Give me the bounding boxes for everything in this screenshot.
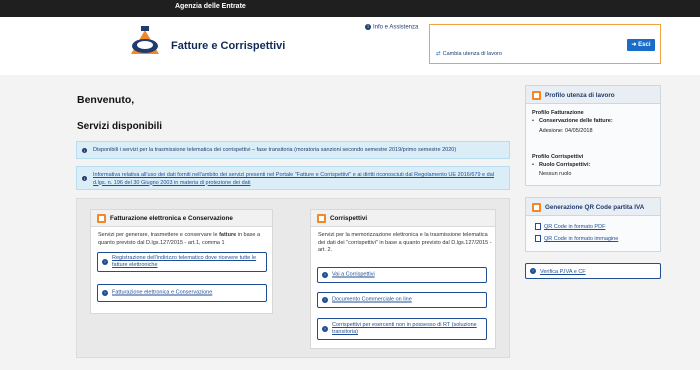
arrow-right-icon: › bbox=[322, 326, 328, 332]
alert-privacy: i Informativa relativa all'uso dei dati … bbox=[76, 166, 510, 190]
bullet: • bbox=[532, 162, 534, 168]
link-label: Documento Commerciale on line bbox=[332, 296, 412, 303]
switch-user-icon: ⇄ bbox=[436, 51, 441, 57]
image-file-icon bbox=[535, 235, 541, 242]
card-title: Corrispettivi bbox=[330, 215, 368, 222]
info-link-label: Info e Assistenza bbox=[373, 24, 419, 31]
link-label: Corrispettivi per esercenti non in posse… bbox=[332, 322, 477, 335]
arrow-right-icon: › bbox=[530, 268, 536, 274]
link-registrazione-indirizzo[interactable]: › Registrazione dell'indirizzo telematic… bbox=[97, 252, 267, 272]
profile-title: Profilo utenza di lavoro bbox=[545, 91, 615, 99]
qr-image-link[interactable]: QR Code in formato immagine bbox=[544, 236, 618, 242]
card-header: Corrispettivi bbox=[311, 210, 495, 227]
link-label: Fatturazione elettronica e Conservazione bbox=[112, 289, 213, 296]
exit-button[interactable]: ➜ Esci bbox=[627, 39, 655, 51]
user-box: ⇄ Cambia utenza di lavoro ➜ Esci bbox=[429, 24, 661, 64]
desc-bold: fatture bbox=[219, 232, 237, 238]
arrow-right-icon: › bbox=[102, 290, 108, 296]
link-vai-corrispettivi[interactable]: › Vai a Corrispettivi bbox=[317, 267, 487, 283]
top-bar: Agenzia delle Entrate bbox=[0, 0, 700, 17]
qr-code-icon bbox=[532, 203, 541, 212]
welcome-heading: Benvenuto, bbox=[77, 94, 135, 106]
user-icon bbox=[532, 91, 541, 100]
desc-part: Servizi per generare, trasmettere e cons… bbox=[98, 232, 220, 238]
info-icon: i bbox=[365, 24, 371, 30]
document-icon bbox=[97, 214, 106, 223]
profile-card: Profilo utenza di lavoro Profilo Fattura… bbox=[525, 85, 661, 186]
info-icon: i bbox=[82, 176, 87, 181]
link-label: Registrazione dell'indirizzo telematico … bbox=[112, 255, 257, 268]
card-description: Servizi per generare, trasmettere e cons… bbox=[98, 232, 270, 247]
agenzia-logo-icon bbox=[131, 26, 159, 54]
verify-label: Verifica P.IVA e CF bbox=[540, 268, 586, 275]
agency-name: Agenzia delle Entrate bbox=[175, 3, 246, 10]
profile-header: Profilo utenza di lavoro bbox=[526, 86, 660, 104]
ruolo-label: Ruolo Corrispettivi: bbox=[539, 162, 591, 168]
bullet: • bbox=[532, 118, 534, 124]
qr-header: Generazione QR Code partita IVA bbox=[526, 198, 660, 216]
qr-title: Generazione QR Code partita IVA bbox=[545, 203, 645, 211]
card-title: Fatturazione elettronica e Conservazione bbox=[110, 215, 233, 222]
info-assistance-link[interactable]: i Info e Assistenza bbox=[365, 24, 418, 31]
services-title: Servizi disponibili bbox=[77, 121, 163, 132]
change-user-label: Cambia utenza di lavoro bbox=[442, 51, 502, 57]
privacy-link[interactable]: Informativa relativa all'uso dei dati fo… bbox=[93, 172, 503, 187]
card-description: Servizi per la memorizzazione elettronic… bbox=[318, 232, 492, 253]
alert-text: Disponibili i servizi per la trasmission… bbox=[93, 147, 457, 153]
link-fatturazione-conservazione[interactable]: › Fatturazione elettronica e Conservazio… bbox=[97, 284, 267, 302]
change-user-link[interactable]: ⇄ Cambia utenza di lavoro bbox=[436, 51, 502, 57]
profile-corrispettivi-label: Profilo Corrispettivi bbox=[532, 154, 584, 160]
arrow-right-icon: › bbox=[102, 259, 108, 265]
verify-piva-cf-button[interactable]: › Verifica P.IVA e CF bbox=[525, 263, 661, 279]
conservazione-value: Adesione: 04/05/2018 bbox=[539, 128, 593, 134]
info-icon: i bbox=[82, 148, 87, 153]
pdf-file-icon bbox=[535, 223, 541, 230]
card-header: Fatturazione elettronica e Conservazione bbox=[91, 210, 272, 227]
profile-fatturazione-label: Profilo Fatturazione bbox=[532, 110, 584, 116]
arrow-right-icon: › bbox=[322, 272, 328, 278]
arrow-right-icon: › bbox=[322, 297, 328, 303]
link-label: Vai a Corrispettivi bbox=[332, 271, 375, 278]
document-icon bbox=[317, 214, 326, 223]
alert-corrispettivi: i Disponibili i servizi per la trasmissi… bbox=[76, 141, 510, 159]
link-corrispettivi-senza-rt[interactable]: › Corrispettivi per esercenti non in pos… bbox=[317, 318, 487, 340]
link-documento-commerciale[interactable]: › Documento Commerciale on line bbox=[317, 292, 487, 308]
app-title: Fatture e Corrispettivi bbox=[171, 40, 286, 52]
qr-card: Generazione QR Code partita IVA QR Code … bbox=[525, 197, 661, 252]
qr-pdf-link[interactable]: QR Code in formato PDF bbox=[544, 224, 605, 230]
conservazione-label: Conservazione delle fatture: bbox=[539, 118, 613, 124]
ruolo-value: Nessun ruolo bbox=[539, 171, 572, 177]
exit-label: Esci bbox=[638, 42, 651, 48]
